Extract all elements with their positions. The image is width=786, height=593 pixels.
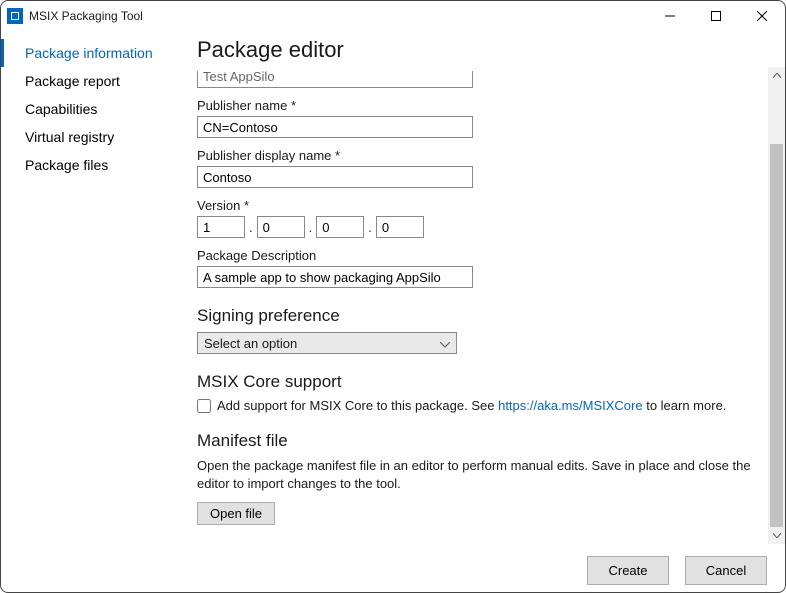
maximize-icon bbox=[711, 11, 721, 21]
sidebar-item-package-information[interactable]: Package information bbox=[1, 39, 191, 67]
version-separator: . bbox=[305, 220, 317, 235]
content: Package editor Test AppSilo Publisher na… bbox=[191, 31, 768, 548]
version-minor-input[interactable] bbox=[257, 216, 305, 238]
sidebar-item-label: Capabilities bbox=[25, 101, 97, 117]
create-button[interactable]: Create bbox=[587, 556, 669, 585]
minimize-button[interactable] bbox=[647, 1, 693, 31]
sidebar-item-package-report[interactable]: Package report bbox=[1, 67, 191, 95]
package-description-input[interactable] bbox=[197, 266, 473, 288]
chevron-down-icon bbox=[440, 336, 450, 351]
page-title: Package editor bbox=[197, 37, 760, 63]
msix-core-label: Add support for MSIX Core to this packag… bbox=[217, 398, 726, 413]
sidebar-item-virtual-registry[interactable]: Virtual registry bbox=[1, 123, 191, 151]
version-label: Version * bbox=[197, 198, 760, 213]
sidebar-item-label: Package files bbox=[25, 157, 108, 173]
form-area: Test AppSilo Publisher name * Publisher … bbox=[197, 71, 760, 525]
manifest-file-heading: Manifest file bbox=[197, 431, 760, 451]
package-name-field-clipped[interactable]: Test AppSilo bbox=[197, 71, 473, 88]
app-icon bbox=[7, 8, 23, 24]
publisher-name-label: Publisher name * bbox=[197, 98, 760, 113]
titlebar: MSIX Packaging Tool bbox=[1, 1, 785, 31]
package-description-label: Package Description bbox=[197, 248, 760, 263]
publisher-name-input[interactable] bbox=[197, 116, 473, 138]
version-separator: . bbox=[364, 220, 376, 235]
scrollbar-track[interactable] bbox=[768, 84, 785, 527]
sidebar-item-capabilities[interactable]: Capabilities bbox=[1, 95, 191, 123]
signing-preference-select[interactable]: Select an option bbox=[197, 332, 457, 354]
minimize-icon bbox=[665, 11, 675, 21]
sidebar-item-package-files[interactable]: Package files bbox=[1, 151, 191, 179]
signing-preference-selected: Select an option bbox=[204, 336, 297, 351]
cancel-button[interactable]: Cancel bbox=[685, 556, 767, 585]
manifest-file-text: Open the package manifest file in an edi… bbox=[197, 457, 757, 492]
msix-core-link[interactable]: https://aka.ms/MSIXCore bbox=[498, 398, 643, 413]
sidebar: Package information Package report Capab… bbox=[1, 31, 191, 548]
publisher-display-name-label: Publisher display name * bbox=[197, 148, 760, 163]
signing-preference-heading: Signing preference bbox=[197, 306, 760, 326]
sidebar-item-label: Virtual registry bbox=[25, 129, 114, 145]
footer: Create Cancel bbox=[1, 548, 785, 592]
version-major-input[interactable] bbox=[197, 216, 245, 238]
version-separator: . bbox=[245, 220, 257, 235]
window-title: MSIX Packaging Tool bbox=[29, 9, 143, 23]
msix-core-heading: MSIX Core support bbox=[197, 372, 760, 392]
sidebar-item-label: Package report bbox=[25, 73, 120, 89]
vertical-scrollbar[interactable] bbox=[768, 67, 785, 544]
scroll-down-arrow-icon[interactable] bbox=[768, 527, 785, 544]
scrollbar-thumb[interactable] bbox=[770, 144, 783, 527]
close-icon bbox=[757, 11, 767, 21]
sidebar-item-label: Package information bbox=[25, 45, 153, 61]
scroll-up-arrow-icon[interactable] bbox=[768, 67, 785, 84]
version-revision-input[interactable] bbox=[376, 216, 424, 238]
msix-core-checkbox[interactable] bbox=[197, 399, 211, 413]
version-build-input[interactable] bbox=[316, 216, 364, 238]
publisher-display-name-input[interactable] bbox=[197, 166, 473, 188]
maximize-button[interactable] bbox=[693, 1, 739, 31]
open-file-button[interactable]: Open file bbox=[197, 502, 275, 525]
close-button[interactable] bbox=[739, 1, 785, 31]
